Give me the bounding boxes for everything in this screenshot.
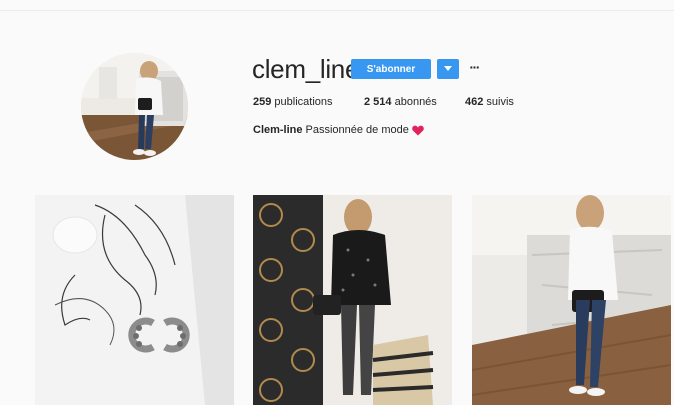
heart-emoji-icon: [412, 125, 424, 135]
posts-count: 259: [253, 96, 272, 108]
post-thumbnail-2[interactable]: [253, 195, 452, 405]
more-options-button[interactable]: ···: [466, 57, 482, 77]
posts-stat[interactable]: 259 publications: [253, 96, 333, 108]
profile-username: clem_line: [252, 54, 360, 84]
bio-name: Clem-line: [253, 124, 303, 136]
followers-stat[interactable]: 2 514 abonnés: [364, 96, 437, 108]
followers-count: 2 514: [364, 96, 392, 108]
posts-label: publications: [274, 96, 333, 108]
post-image-chanel-brooch: [35, 195, 234, 405]
post-thumbnail-1[interactable]: [35, 195, 234, 405]
profile-bio: Clem-line Passionnée de mode: [253, 124, 424, 136]
profile-avatar[interactable]: [81, 53, 188, 160]
post-image-sequin-jacket: [253, 195, 452, 405]
suggestions-dropdown-button[interactable]: [437, 59, 459, 79]
bio-text: Passionnée de mode: [305, 124, 409, 136]
following-count: 462: [465, 96, 484, 108]
avatar-photo: [81, 53, 188, 160]
chevron-down-icon: [444, 66, 452, 71]
post-thumbnail-3[interactable]: [472, 195, 671, 405]
following-label: suivis: [486, 96, 514, 108]
follow-button[interactable]: S'abonner: [351, 59, 431, 79]
followers-label: abonnés: [394, 96, 437, 108]
post-image-white-outfit: [472, 195, 671, 405]
top-divider: [0, 10, 674, 11]
following-stat[interactable]: 462 suivis: [465, 96, 514, 108]
